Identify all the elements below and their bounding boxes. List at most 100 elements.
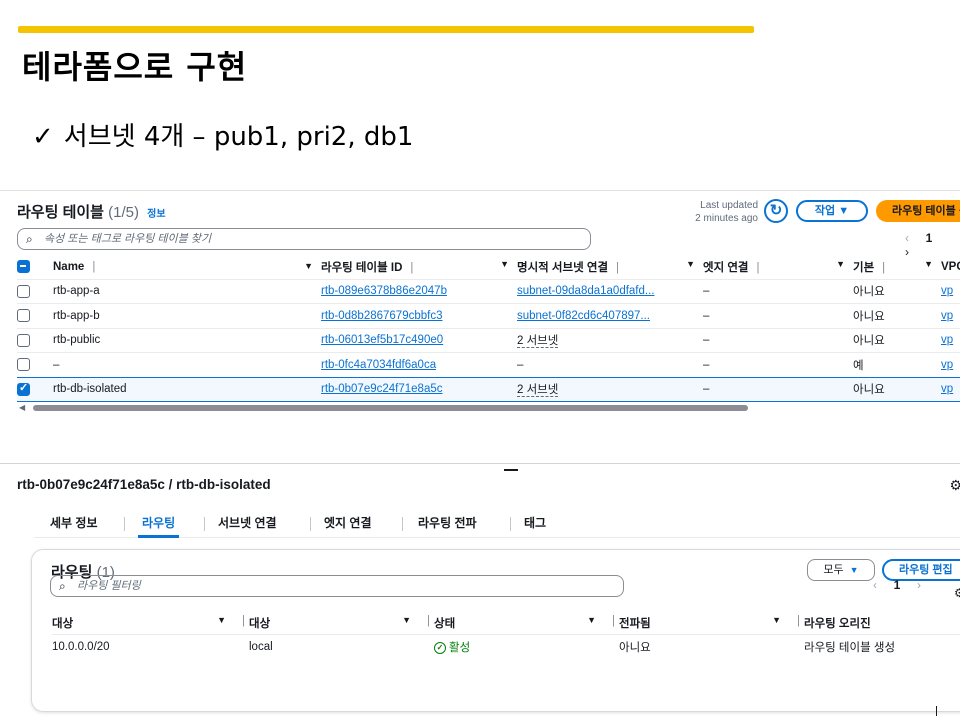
vpc-link[interactable]: vp <box>941 383 953 395</box>
sort-icon[interactable]: ▼ <box>836 259 845 269</box>
column-header-vpc[interactable]: VPC <box>941 255 960 279</box>
sort-icon[interactable]: ▼ <box>587 615 596 625</box>
column-header-propagated[interactable]: 전파됨 | ▼ <box>619 612 804 634</box>
row-checkbox[interactable] <box>17 309 30 323</box>
tab-routes[interactable]: 라우팅 <box>138 512 180 538</box>
route-table-id-link[interactable]: rtb-089e6378b86e2047b <box>321 285 447 297</box>
vpc-link[interactable]: vp <box>941 334 953 346</box>
create-route-table-button[interactable]: 라우팅 테이블 생성 <box>876 200 960 222</box>
main-cell: 아니요 <box>853 376 941 402</box>
bullet-item: ✓ 서브넷 4개 – pub1, pri2, db1 <box>32 116 413 153</box>
edge-cell: – <box>703 303 853 328</box>
scroll-left-arrow-icon[interactable]: ◀ <box>19 403 25 412</box>
sort-icon[interactable]: ▼ <box>217 615 226 625</box>
row-select-cell[interactable] <box>17 327 53 353</box>
split-panel-handle-icon[interactable] <box>504 469 518 471</box>
select-all-checkbox[interactable] <box>17 260 30 274</box>
split-panel-divider[interactable] <box>0 463 960 464</box>
gear-icon[interactable]: ⚙ <box>949 477 960 494</box>
page-number[interactable]: 1 <box>918 231 940 245</box>
column-header-origin[interactable]: 라우팅 오리진▼ <box>804 612 960 634</box>
table-row[interactable]: rtb-public rtb-06013ef5b17c490e0 2 서브넷 –… <box>17 327 960 353</box>
vpc-link[interactable]: vp <box>941 310 953 322</box>
tab-divider <box>124 517 125 531</box>
actions-label: 작업 <box>814 205 836 217</box>
slide-title: 테라폼으로 구현 <box>22 48 248 86</box>
column-label: 명시적 서브넷 연결 <box>517 261 609 274</box>
subnet-link[interactable]: subnet-0f82cd6c407897... <box>517 310 650 322</box>
name-cell: rtb-app-b <box>53 303 321 328</box>
column-header-id[interactable]: 라우팅 테이블 ID | ▼ <box>321 255 517 279</box>
row-select-cell[interactable] <box>17 376 53 402</box>
table-row[interactable]: rtb-app-b rtb-0d8b2867679cbbfc3 subnet-0… <box>17 303 960 328</box>
actions-button[interactable]: 작업 ▼ <box>796 200 868 222</box>
row-select-cell[interactable] <box>17 352 53 377</box>
column-header-status[interactable]: 상태 | ▼ <box>434 612 619 634</box>
refresh-icon: ↻ <box>769 202 783 219</box>
route-table-id-link[interactable]: rtb-0d8b2867679cbbfc3 <box>321 310 443 322</box>
route-table-search-input[interactable]: ⌕ 속성 또는 태그로 라우팅 테이블 찾기 <box>17 228 591 250</box>
tab-divider <box>510 517 511 531</box>
column-divider: | <box>612 614 615 627</box>
row-checkbox[interactable] <box>17 284 30 298</box>
column-label: 대상 <box>52 617 74 630</box>
sort-icon[interactable]: ▼ <box>402 615 411 625</box>
sort-icon[interactable]: ▼ <box>924 259 933 269</box>
subnet-count-popover[interactable]: 2 서브넷 <box>517 335 559 349</box>
route-table-id-link[interactable]: rtb-0fc4a7034fdf6a0ca <box>321 359 436 371</box>
route-table-id-link[interactable]: rtb-0b07e9c24f71e8a5c <box>321 383 443 395</box>
page-number[interactable]: 1 <box>886 578 908 592</box>
table-row[interactable]: rtb-app-a rtb-089e6378b86e2047b subnet-0… <box>17 278 960 304</box>
table-row[interactable]: – rtb-0fc4a7034fdf6a0ca – – 예 vp <box>17 352 960 377</box>
route-tables-title: 라우팅 테이블 <box>17 204 104 221</box>
row-select-cell[interactable] <box>17 303 53 328</box>
column-header-target[interactable]: 대상 | ▼ <box>249 612 434 634</box>
tab-details[interactable]: 세부 정보 <box>46 512 102 538</box>
route-filter-input[interactable]: ⌕ 라우팅 필터링 <box>50 575 624 597</box>
sort-icon[interactable]: ▼ <box>772 615 781 625</box>
name-cell: rtb-app-a <box>53 278 321 304</box>
column-label: 대상 <box>249 617 271 630</box>
subnet-link[interactable]: subnet-09da8da1a0dfafd... <box>517 285 654 297</box>
refresh-button[interactable]: ↻ <box>764 199 788 223</box>
tab-route-propagation[interactable]: 라우팅 전파 <box>414 512 481 538</box>
column-header-edge[interactable]: 엣지 연결 | ▼ <box>703 255 853 279</box>
sort-icon[interactable]: ▼ <box>500 259 509 269</box>
column-label: 라우팅 오리진 <box>804 617 871 630</box>
row-select-cell[interactable] <box>17 278 53 304</box>
vpc-cell: vp <box>941 278 960 304</box>
route-table-id-link[interactable]: rtb-06013ef5b17c490e0 <box>321 334 443 346</box>
column-header-destination[interactable]: 대상 | ▼ <box>52 612 249 634</box>
row-checkbox-checked[interactable] <box>17 381 30 396</box>
tab-subnet-associations[interactable]: 서브넷 연결 <box>214 512 281 538</box>
tab-edge-associations[interactable]: 엣지 연결 <box>320 512 376 538</box>
check-icon: ✓ <box>32 122 54 152</box>
vpc-cell: vp <box>941 352 960 377</box>
row-checkbox[interactable] <box>17 358 30 372</box>
sort-icon[interactable]: ▼ <box>304 261 313 271</box>
subnet-cell: 2 서브넷 <box>517 376 703 402</box>
column-header-name[interactable]: Name | ▼ <box>53 255 321 279</box>
horizontal-scrollbar[interactable] <box>33 405 748 411</box>
aws-console-screenshot: 라우팅 테이블 (1/5) 정보 Last updated 2 minutes … <box>0 190 960 720</box>
row-checkbox[interactable] <box>17 333 30 347</box>
prev-page-button[interactable]: ‹ <box>896 231 918 245</box>
select-all-cell[interactable] <box>17 255 53 279</box>
subnet-count-popover[interactable]: 2 서브넷 <box>517 384 559 398</box>
column-header-main[interactable]: 기본 | ▼ <box>853 255 941 279</box>
preferences-gear-icon[interactable]: ⚙ <box>954 586 960 600</box>
sort-icon[interactable]: ▼ <box>686 259 695 269</box>
info-link[interactable]: 정보 <box>147 209 165 220</box>
subnet-cell: subnet-09da8da1a0dfafd... <box>517 278 703 304</box>
table-row-selected[interactable]: rtb-db-isolated rtb-0b07e9c24f71e8a5c 2 … <box>17 376 960 402</box>
vpc-link[interactable]: vp <box>941 359 953 371</box>
route-tables-count: (1/5) <box>108 204 139 221</box>
vpc-link[interactable]: vp <box>941 285 953 297</box>
tab-tags[interactable]: 태그 <box>520 512 550 538</box>
prev-page-button[interactable]: ‹ <box>864 578 886 592</box>
column-header-subnet[interactable]: 명시적 서브넷 연결 | ▼ <box>517 255 703 279</box>
next-page-button[interactable]: › <box>908 578 930 592</box>
subnet-cell: – <box>517 352 703 377</box>
name-cell: rtb-db-isolated <box>53 376 321 402</box>
column-divider: | <box>410 261 414 274</box>
